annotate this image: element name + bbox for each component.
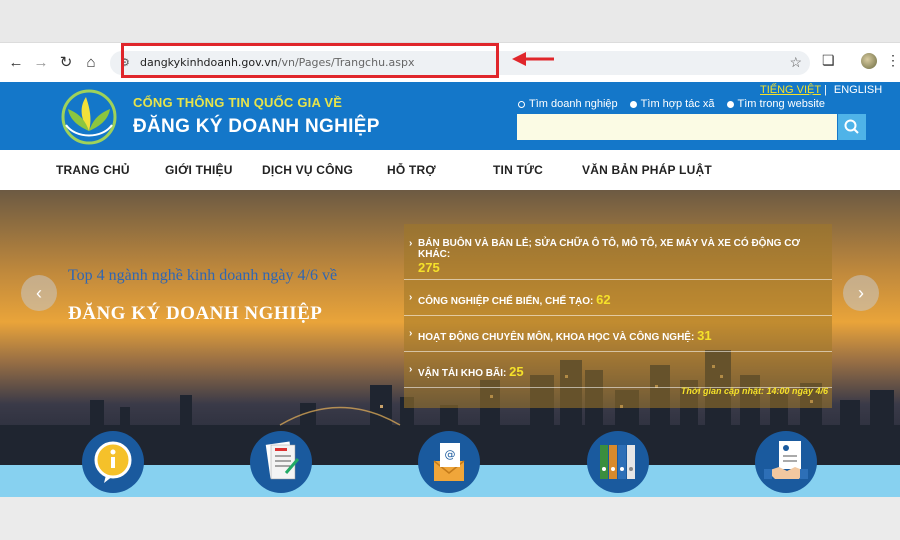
nav-legal-documents[interactable]: VĂN BẢN PHÁP LUẬT bbox=[582, 163, 712, 177]
forward-icon[interactable]: → bbox=[31, 53, 51, 73]
search-option-business[interactable]: Tìm doanh nghiệp bbox=[518, 98, 618, 110]
red-arrow-icon bbox=[512, 52, 554, 66]
chevron-right-icon: › bbox=[409, 328, 413, 339]
stat-label: CÔNG NGHIỆP CHẾ BIẾN, CHẾ TẠO: bbox=[418, 296, 594, 307]
leaf-logo-icon bbox=[61, 89, 117, 145]
update-time: Thời gian cập nhật: 14:00 ngày 4/6 bbox=[680, 386, 828, 396]
reload-icon[interactable]: ↻ bbox=[56, 53, 76, 73]
stat-value: 25 bbox=[509, 364, 524, 379]
stat-row[interactable]: › BÁN BUÔN VÀ BÁN LẺ; SỬA CHỮA Ô TÔ, MÔ … bbox=[404, 224, 832, 280]
home-icon[interactable]: ⌂ bbox=[81, 53, 101, 73]
carousel-next-button[interactable]: › bbox=[843, 275, 879, 311]
nav-about[interactable]: GIỚI THIỆU bbox=[165, 163, 233, 177]
lang-english-link[interactable]: ENGLISH bbox=[834, 84, 882, 96]
main-nav: TRANG CHỦ GIỚI THIỆU DỊCH VỤ CÔNG HỖ TRỢ… bbox=[0, 150, 900, 190]
binders-service-button[interactable] bbox=[587, 431, 649, 493]
stat-value: 275 bbox=[418, 260, 440, 275]
stat-label: HOẠT ĐỘNG CHUYÊN MÔN, KHOA HỌC VÀ CÔNG N… bbox=[418, 332, 695, 343]
nav-news[interactable]: TIN TỨC bbox=[493, 163, 543, 177]
chevron-right-icon: › bbox=[409, 292, 413, 303]
radio-icon[interactable] bbox=[518, 100, 525, 108]
language-switcher: TIẾNG VIỆT | ENGLISH bbox=[760, 84, 882, 96]
radio-icon[interactable] bbox=[629, 100, 637, 108]
profile-avatar[interactable] bbox=[861, 53, 877, 69]
search-option-cooperative[interactable]: Tìm hợp tác xã bbox=[629, 98, 715, 110]
lang-vietnamese-link[interactable]: TIẾNG VIỆT bbox=[760, 84, 821, 96]
lang-separator: | bbox=[823, 84, 827, 96]
extensions-icon[interactable]: ❏ bbox=[822, 52, 835, 69]
stat-label: BÁN BUÔN VÀ BÁN LẺ; SỬA CHỮA Ô TÔ, MÔ TÔ… bbox=[418, 238, 800, 260]
nav-public-services[interactable]: DỊCH VỤ CÔNG bbox=[262, 163, 353, 177]
site-header: CỔNG THÔNG TIN QUỐC GIA VỀ ĐĂNG KÝ DOANH… bbox=[0, 82, 900, 150]
handshake-document-icon bbox=[764, 441, 808, 479]
bookmark-star-icon[interactable]: ☆ bbox=[789, 54, 802, 71]
form-service-button[interactable] bbox=[250, 431, 312, 493]
chevron-right-icon: › bbox=[409, 364, 413, 375]
menu-kebab-icon[interactable]: ⋮ bbox=[886, 52, 900, 69]
search-icon bbox=[844, 119, 859, 134]
email-service-button[interactable]: @ bbox=[418, 431, 480, 493]
nav-home[interactable]: TRANG CHỦ bbox=[56, 163, 130, 177]
search-option-website[interactable]: Tìm trong website bbox=[726, 98, 825, 110]
partnership-service-button[interactable] bbox=[755, 431, 817, 493]
back-icon[interactable]: ← bbox=[6, 53, 26, 73]
info-service-button[interactable] bbox=[82, 431, 144, 493]
info-icon bbox=[94, 441, 132, 483]
radio-icon[interactable] bbox=[726, 100, 734, 108]
industry-stats-panel: › BÁN BUÔN VÀ BÁN LẺ; SỬA CHỮA Ô TÔ, MÔ … bbox=[404, 224, 832, 408]
stat-row[interactable]: › HOẠT ĐỘNG CHUYÊN MÔN, KHOA HỌC VÀ CÔNG… bbox=[404, 316, 832, 352]
brand-title: ĐĂNG KÝ DOANH NGHIỆP bbox=[133, 116, 380, 137]
banner-title: ĐĂNG KÝ DOANH NGHIỆP bbox=[68, 303, 323, 324]
form-document-icon bbox=[265, 441, 300, 480]
email-document-icon: @ bbox=[433, 443, 465, 481]
hero-banner: ‹ › Top 4 ngành nghề kinh doanh ngày 4/6… bbox=[0, 190, 900, 465]
nav-support[interactable]: HỖ TRỢ bbox=[387, 163, 436, 177]
url-highlight-box bbox=[121, 43, 499, 78]
brand-subtitle: CỔNG THÔNG TIN QUỐC GIA VỀ bbox=[133, 95, 343, 110]
banner-subtitle: Top 4 ngành nghề kinh doanh ngày 4/6 về bbox=[68, 267, 338, 284]
chevron-right-icon: › bbox=[409, 238, 413, 249]
binders-icon bbox=[600, 445, 635, 479]
search-input[interactable] bbox=[517, 114, 837, 140]
stat-row[interactable]: › VẬN TẢI KHO BÃI: 25 bbox=[404, 352, 832, 388]
carousel-prev-button[interactable]: ‹ bbox=[21, 275, 57, 311]
stat-value: 62 bbox=[596, 292, 611, 307]
page-background bbox=[0, 497, 900, 540]
search-button[interactable] bbox=[838, 114, 866, 140]
stat-value: 31 bbox=[697, 328, 712, 343]
search-options: Tìm doanh nghiệp Tìm hợp tác xã Tìm tron… bbox=[518, 98, 825, 110]
svg-text:@: @ bbox=[445, 448, 456, 461]
stat-label: VẬN TẢI KHO BÃI: bbox=[418, 368, 507, 379]
stat-row[interactable]: › CÔNG NGHIỆP CHẾ BIẾN, CHẾ TẠO: 62 bbox=[404, 280, 832, 316]
